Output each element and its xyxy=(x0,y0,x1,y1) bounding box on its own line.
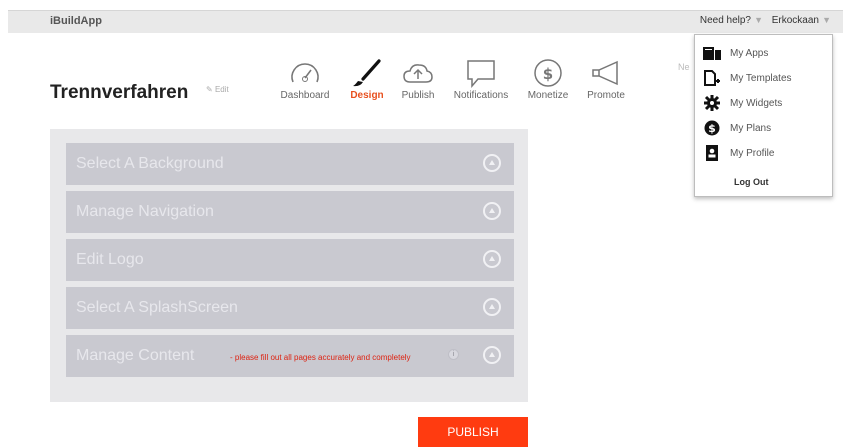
nav-design[interactable]: Design xyxy=(345,56,389,101)
cloud-upload-icon xyxy=(398,56,438,90)
nav-promote[interactable]: Promote xyxy=(582,56,630,101)
publish-button[interactable]: PUBLISH xyxy=(418,417,528,447)
menu-item-my-widgets[interactable]: My Widgets xyxy=(703,95,782,111)
megaphone-icon xyxy=(582,56,630,90)
section-manage-navigation[interactable]: Manage Navigation xyxy=(66,191,514,233)
dollar-icon: $ xyxy=(703,120,721,136)
expand-arrow-icon[interactable] xyxy=(483,346,501,364)
user-dropdown-menu: My Apps My Templates My Widgets $ My Pla… xyxy=(694,34,833,197)
menu-item-my-plans[interactable]: $ My Plans xyxy=(703,120,771,136)
chat-icon xyxy=(450,56,512,90)
content-warning: - please fill out all pages accurately a… xyxy=(230,353,411,362)
partially-hidden-label: Ne xyxy=(678,62,690,72)
apps-icon xyxy=(703,45,721,61)
dollar-icon: $ xyxy=(524,56,572,90)
gear-icon xyxy=(703,95,721,111)
need-help-link[interactable]: Need help? xyxy=(700,15,751,26)
brand-logo[interactable]: iBuildApp xyxy=(50,15,102,27)
user-caret-icon[interactable]: ▼ xyxy=(822,15,831,25)
expand-arrow-icon[interactable] xyxy=(483,250,501,268)
nav-dashboard[interactable]: Dashboard xyxy=(276,56,334,101)
user-menu-button[interactable]: Erkockaan xyxy=(772,15,819,26)
svg-text:$: $ xyxy=(708,122,716,135)
top-bar: iBuildApp Need help? ▼ Erkockaan ▼ xyxy=(8,10,843,33)
svg-text:$: $ xyxy=(543,65,553,83)
menu-item-my-templates[interactable]: My Templates xyxy=(703,70,792,86)
pencil-icon: ✎ xyxy=(206,85,213,94)
edit-title-link[interactable]: ✎ Edit xyxy=(206,85,229,94)
expand-arrow-icon[interactable] xyxy=(483,202,501,220)
log-out-link[interactable]: Log Out xyxy=(734,177,769,187)
nav-publish[interactable]: Publish xyxy=(398,56,438,101)
nav-notifications[interactable]: Notifications xyxy=(450,56,512,101)
template-icon xyxy=(703,70,721,86)
brush-icon xyxy=(345,56,389,90)
design-sections-panel: Select A Background Manage Navigation Ed… xyxy=(50,129,528,402)
nav-monetize[interactable]: $ Monetize xyxy=(524,56,572,101)
section-edit-logo[interactable]: Edit Logo xyxy=(66,239,514,281)
expand-arrow-icon[interactable] xyxy=(483,154,501,172)
help-caret-icon[interactable]: ▼ xyxy=(754,15,763,25)
section-select-splashscreen[interactable]: Select A SplashScreen xyxy=(66,287,514,329)
menu-item-my-profile[interactable]: My Profile xyxy=(703,145,774,161)
profile-icon xyxy=(703,145,721,161)
section-select-background[interactable]: Select A Background xyxy=(66,143,514,185)
gauge-icon xyxy=(276,56,334,90)
menu-item-my-apps[interactable]: My Apps xyxy=(703,45,768,61)
section-manage-content[interactable]: Manage Content - please fill out all pag… xyxy=(66,335,514,377)
app-title: Trennverfahren xyxy=(50,82,189,103)
info-icon[interactable]: i xyxy=(448,349,459,360)
expand-arrow-icon[interactable] xyxy=(483,298,501,316)
